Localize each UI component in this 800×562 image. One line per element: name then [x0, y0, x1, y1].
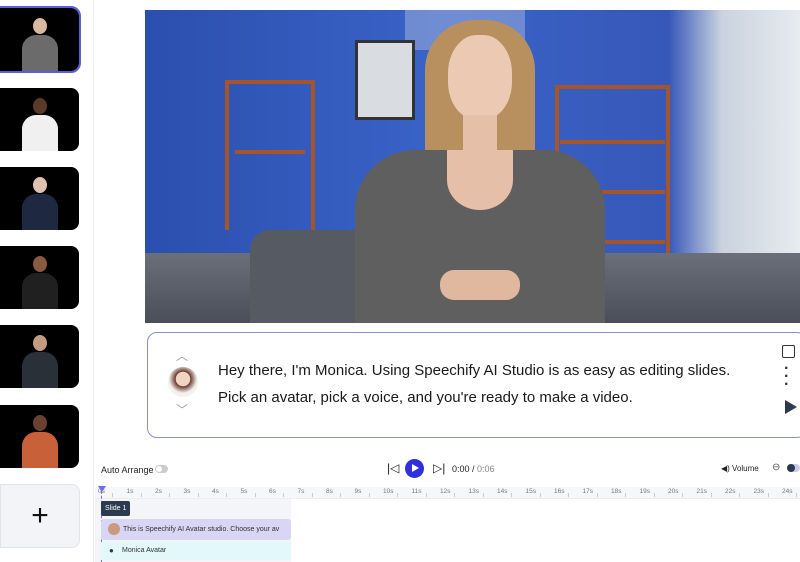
- time-display: 0:00 / 0:06: [452, 464, 495, 474]
- minor-tick: [226, 493, 227, 497]
- avatar-figure: [21, 335, 58, 388]
- tick-label: 12s: [440, 488, 451, 495]
- minor-tick: [368, 493, 370, 497]
- avatar-presenter: [355, 15, 605, 323]
- minor-tick: [511, 493, 512, 497]
- minor-tick: [710, 493, 712, 497]
- minor-tick: [169, 493, 170, 497]
- tick-label: 18s: [611, 488, 622, 495]
- avatar: [168, 367, 198, 397]
- slide-sidebar: +: [0, 0, 94, 562]
- minor-tick: [311, 493, 313, 497]
- minor-tick: [739, 493, 740, 497]
- slide-thumbnail[interactable]: [0, 325, 79, 388]
- volume-button[interactable]: ◀) Volume: [721, 464, 759, 473]
- tick-label: 6s: [269, 488, 276, 495]
- slide-thumbnail[interactable]: [0, 246, 79, 309]
- chevron-up-icon[interactable]: ︿: [176, 347, 188, 364]
- minor-tick: [596, 493, 598, 497]
- minor-tick: [568, 493, 569, 497]
- tick-label: 1s: [126, 488, 134, 495]
- minor-tick: [197, 493, 199, 497]
- zoom-slider[interactable]: [787, 464, 800, 472]
- tick-label: 5s: [240, 488, 248, 495]
- minor-tick: [482, 493, 484, 497]
- tick-label: 3s: [183, 488, 191, 495]
- slide-thumbnail[interactable]: [0, 405, 79, 468]
- tick-label: 21s: [696, 488, 707, 495]
- avatar-figure: [21, 256, 58, 309]
- tick-label: 16s: [554, 488, 565, 495]
- add-slide-button[interactable]: +: [0, 484, 80, 548]
- tick-label: 8s: [326, 488, 333, 495]
- plus-icon: +: [31, 499, 49, 532]
- slide-marker[interactable]: Slide 1: [101, 501, 131, 516]
- minor-tick: [254, 493, 256, 497]
- more-vertical-icon[interactable]: · · ·: [784, 361, 789, 393]
- tick-label: 17s: [582, 488, 593, 495]
- minor-tick: [682, 493, 683, 497]
- minor-tick: [767, 493, 769, 497]
- avatar-figure: [21, 415, 58, 468]
- avatar-track[interactable]: ● Monica Avatar: [101, 542, 291, 560]
- slide-thumbnail[interactable]: [0, 167, 79, 230]
- avatar: [108, 523, 120, 535]
- skip-back-icon[interactable]: |◁: [387, 461, 399, 475]
- tick-label: 24s: [782, 488, 793, 495]
- tick-label: 23s: [753, 488, 764, 495]
- minor-tick: [283, 493, 284, 497]
- script-text[interactable]: Hey there, I'm Monica. Using Speechify A…: [218, 357, 738, 411]
- avatar-figure: [21, 98, 58, 151]
- video-preview[interactable]: [145, 10, 800, 323]
- tick-label: 10s: [383, 488, 394, 495]
- minor-tick: [625, 493, 626, 497]
- auto-arrange-toggle[interactable]: [155, 465, 168, 473]
- tick-label: 4s: [212, 488, 219, 495]
- timeline-ruler[interactable]: 0s 1s 2s 3s 4s 5s 6s 7s 8s 9s 10s 11s 12s 13s 14s 15s 16…: [95, 487, 800, 499]
- tick-label: 7s: [297, 488, 305, 495]
- tick-label: 15s: [525, 488, 536, 495]
- minor-tick: [454, 493, 455, 497]
- zoom-out-icon[interactable]: ⊖: [772, 462, 780, 473]
- skip-forward-icon[interactable]: ▷|: [433, 461, 445, 475]
- tick-label: 14s: [497, 488, 508, 495]
- script-clip[interactable]: This is Speechify AI Avatar studio. Choo…: [101, 519, 291, 540]
- tick-label: 20s: [668, 488, 679, 495]
- script-editor[interactable]: ︿ ﹀ Hey there, I'm Monica. Using Speechi…: [147, 332, 800, 438]
- tick-label: 9s: [354, 488, 362, 495]
- slide-thumbnail[interactable]: [0, 6, 81, 73]
- timeline-toolbar: Auto Arrange |◁ ▷| 0:00 / 0:06 ◀) Volume…: [95, 455, 800, 483]
- minor-tick: [140, 493, 142, 497]
- minor-tick: [796, 493, 797, 497]
- auto-arrange-label: Auto Arrange: [101, 465, 154, 475]
- slide-thumbnail[interactable]: [0, 88, 79, 151]
- minor-tick: [397, 493, 398, 497]
- chevron-down-icon[interactable]: ﹀: [176, 401, 188, 418]
- minor-tick: [112, 493, 113, 497]
- tick-label: 13s: [468, 488, 479, 495]
- checkbox-icon[interactable]: [782, 345, 795, 358]
- shelf: [225, 80, 315, 230]
- avatar-figure: [21, 177, 58, 230]
- tick-label: 22s: [725, 488, 736, 495]
- tick-label: 11s: [411, 488, 422, 495]
- tick-label: 19s: [639, 488, 650, 495]
- tick-label: 2s: [155, 488, 162, 495]
- minor-tick: [425, 493, 427, 497]
- play-button[interactable]: [405, 459, 424, 478]
- person-icon: ●: [109, 546, 114, 555]
- minor-tick: [539, 493, 541, 497]
- play-icon[interactable]: [785, 400, 797, 414]
- avatar-figure: [21, 18, 58, 71]
- minor-tick: [340, 493, 341, 497]
- minor-tick: [653, 493, 655, 497]
